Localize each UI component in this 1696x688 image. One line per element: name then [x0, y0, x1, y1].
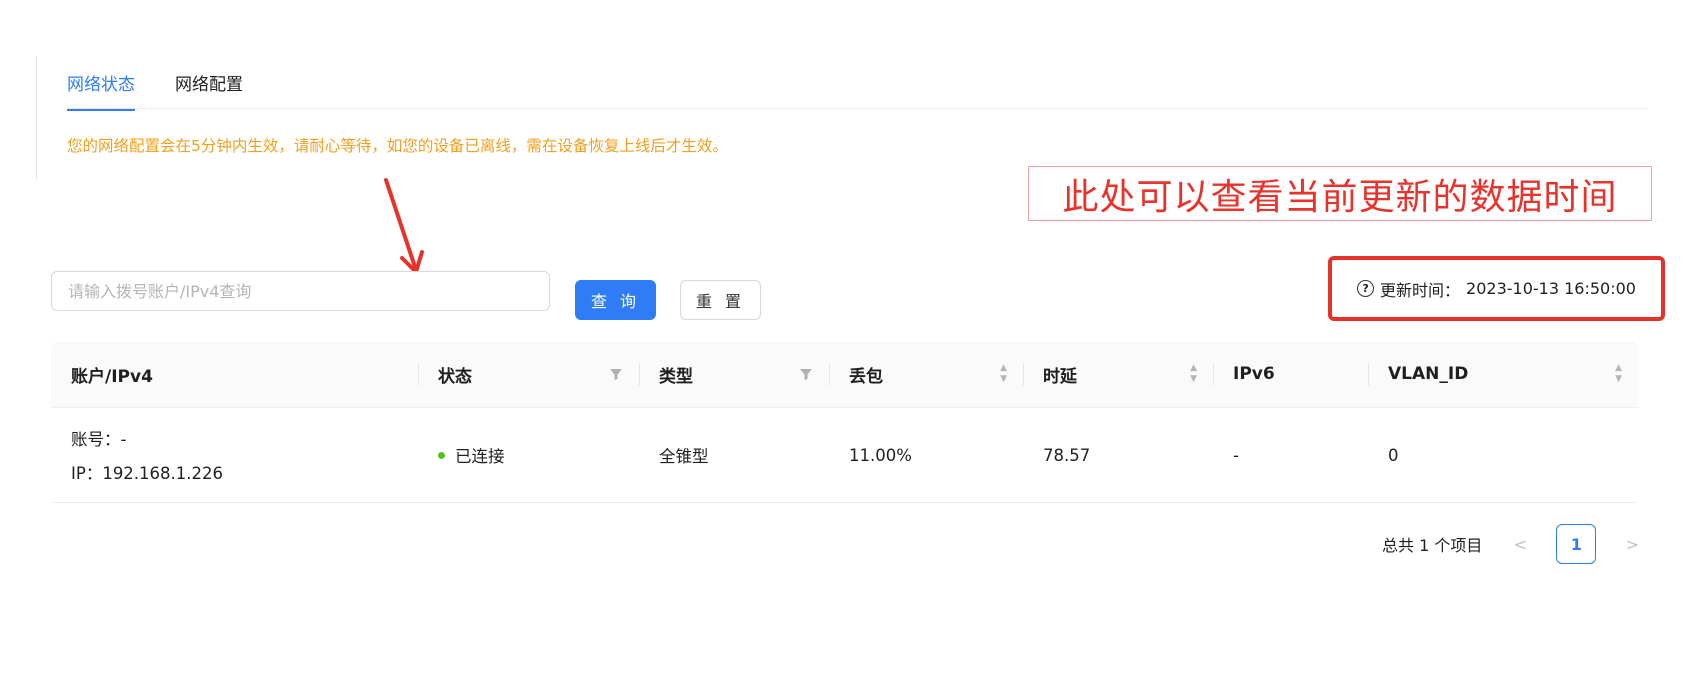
column-separator	[829, 363, 830, 386]
config-notice: 您的网络配置会在5分钟内生效，请耐心等待，如您的设备已离线，需在设备恢复上线后才…	[67, 137, 728, 155]
page-item-1[interactable]: 1	[1556, 524, 1597, 564]
column-header-label: VLAN_ID	[1388, 364, 1469, 384]
cell-status: 已连接	[418, 408, 639, 502]
annotation-box: 此处可以查看当前更新的数据时间	[1028, 166, 1652, 221]
column-header-label: 账户/IPv4	[71, 366, 153, 387]
column-separator	[1023, 363, 1024, 386]
column-separator	[418, 363, 419, 386]
column-header-label: IPv6	[1233, 364, 1275, 384]
column-separator	[1368, 363, 1369, 386]
sort-icon[interactable]: ▲ ▼	[1000, 364, 1007, 384]
cell-ipv6: -	[1233, 445, 1239, 465]
column-header-account: 账户/IPv4	[51, 341, 418, 407]
sort-icon[interactable]: ▲ ▼	[1615, 364, 1622, 384]
tab-divider	[67, 108, 1649, 109]
column-header-status: 状态	[418, 341, 639, 407]
ip-text: IP：192.168.1.226	[71, 464, 224, 483]
tab-network-config[interactable]: 网络配置	[175, 70, 243, 109]
tab-network-status[interactable]: 网络状态	[67, 70, 135, 111]
annotation-text: 此处可以查看当前更新的数据时间	[1062, 176, 1618, 218]
column-header-type: 类型	[639, 341, 829, 407]
sort-icon[interactable]: ▲ ▼	[1190, 364, 1197, 384]
column-header-ipv6: IPv6	[1213, 341, 1368, 407]
filter-icon[interactable]	[609, 367, 623, 381]
reset-button[interactable]: 重 置	[680, 280, 761, 320]
column-header-label: 时延	[1043, 366, 1077, 387]
table-header: 账户/IPv4 状态 类型 丢包 ▲ ▼ 时延 ▲ ▼ IPv6 VLAN_ID…	[51, 341, 1638, 408]
column-header-loss: 丢包 ▲ ▼	[829, 341, 1023, 407]
column-header-label: 状态	[438, 366, 472, 387]
search-input[interactable]	[51, 271, 550, 311]
filter-icon[interactable]	[799, 367, 813, 381]
pagination-total: 总共 1 个项目	[1382, 536, 1483, 555]
column-header-label: 类型	[659, 366, 693, 387]
account-text: 账号：-	[71, 430, 127, 449]
chevron-right-icon[interactable]: >	[1620, 535, 1644, 554]
column-header-latency: 时延 ▲ ▼	[1023, 341, 1213, 407]
column-header-label: 丢包	[849, 366, 883, 387]
column-header-vlan: VLAN_ID ▲ ▼	[1368, 341, 1638, 407]
update-time-label: 更新时间：	[1380, 280, 1461, 300]
status-table: 账户/IPv4 状态 类型 丢包 ▲ ▼ 时延 ▲ ▼ IPv6 VLAN_ID…	[51, 341, 1638, 503]
table-row: 账号：- IP：192.168.1.226 已连接 全锥型 11.00% 78.…	[51, 408, 1638, 503]
query-button[interactable]: 查 询	[575, 280, 656, 320]
column-separator	[1213, 363, 1214, 386]
page: 网络状态 网络配置 您的网络配置会在5分钟内生效，请耐心等待，如您的设备已离线，…	[0, 0, 1696, 688]
left-divider	[36, 56, 37, 180]
tab-bar: 网络状态 网络配置	[67, 70, 243, 111]
cell-loss: 11.00%	[849, 445, 912, 465]
cell-account: 账号：- IP：192.168.1.226	[51, 408, 418, 502]
status-text: 已连接	[455, 447, 505, 466]
chevron-left-icon[interactable]: <	[1508, 535, 1532, 554]
update-time-value: 2023-10-13 16:50:00	[1466, 279, 1636, 298]
question-circle-icon[interactable]: ?	[1357, 280, 1375, 297]
update-time: ? 更新时间： 2023-10-13 16:50:00	[1328, 256, 1665, 321]
annotation-arrow-icon	[384, 178, 424, 274]
cell-vlan: 0	[1388, 445, 1399, 465]
column-separator	[639, 363, 640, 386]
status-dot-icon	[438, 451, 445, 459]
cell-type: 全锥型	[659, 447, 709, 466]
cell-latency: 78.57	[1043, 445, 1091, 465]
pagination: 总共 1 个项目 < 1 >	[1382, 524, 1644, 564]
